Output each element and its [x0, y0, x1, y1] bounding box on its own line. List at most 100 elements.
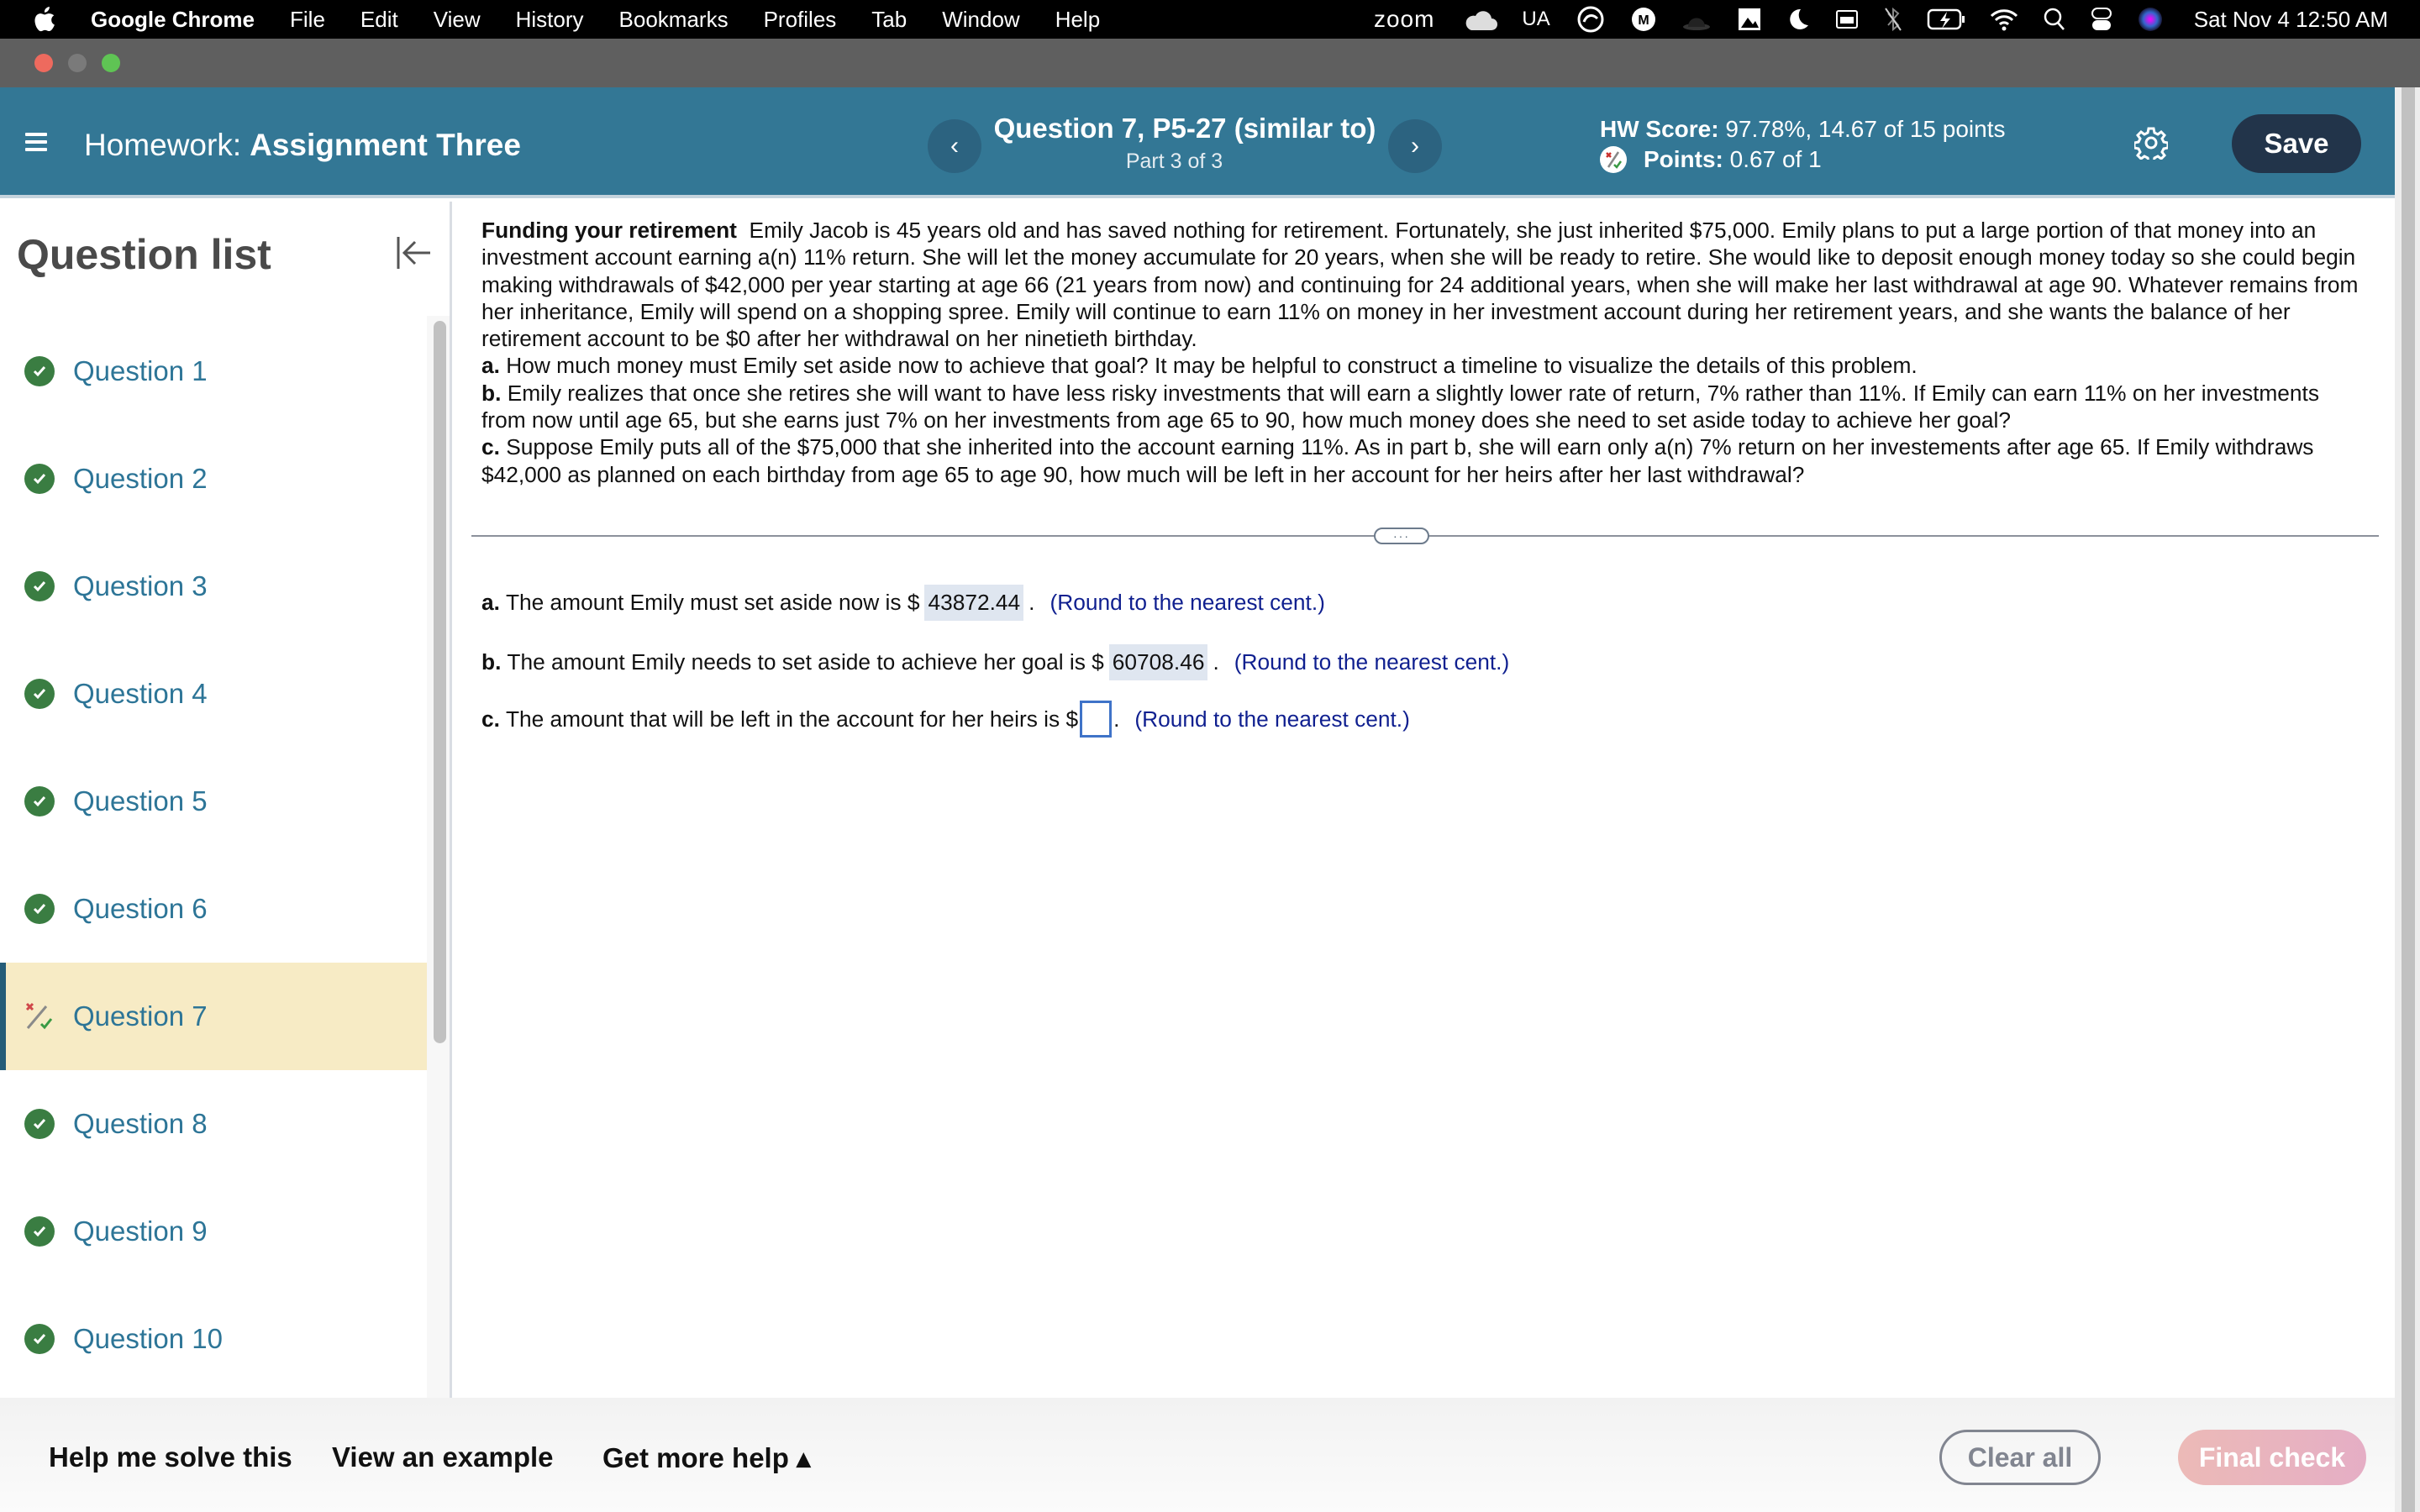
answer-c-input[interactable]: [1080, 701, 1113, 738]
question-list-item-label: Question 5: [73, 785, 208, 816]
hat-icon[interactable]: [1680, 7, 1713, 32]
ua-status-item[interactable]: UA: [1522, 8, 1549, 31]
question-list-item-label: Question 8: [73, 1108, 208, 1139]
points-value: 0.67 of 1: [1729, 146, 1822, 172]
settings-gear-icon[interactable]: [2134, 126, 2168, 160]
check-circle-icon: [24, 679, 55, 709]
question-list-item-active[interactable]: Question 7: [0, 963, 427, 1070]
menu-bar-clock[interactable]: Sat Nov 4 12:50 AM: [2194, 7, 2388, 33]
get-more-help-button[interactable]: Get more help ▴: [602, 1441, 811, 1474]
next-question-button[interactable]: ›: [1388, 119, 1442, 173]
part-b-question: Emily realizes that once she retires she…: [481, 380, 2320, 433]
question-list-item-label: Question 10: [73, 1323, 223, 1354]
page-scrollbar[interactable]: [2395, 87, 2420, 1512]
question-list: Question 1 Question 2 Question 3 Questio…: [0, 318, 427, 1393]
menu-app-name[interactable]: Google Chrome: [91, 7, 255, 33]
menu-view[interactable]: View: [434, 7, 481, 33]
keyboard-shortcut-icon[interactable]: [1834, 7, 1860, 32]
answer-b-line: b. The amount Emily needs to set aside t…: [481, 644, 1509, 680]
siri-icon[interactable]: [2137, 6, 2164, 33]
window-close-button[interactable]: [34, 54, 53, 72]
question-list-item[interactable]: Question 9: [0, 1178, 427, 1285]
menu-tab[interactable]: Tab: [871, 7, 907, 33]
browser-window-titlebar: [0, 39, 2420, 87]
question-list-item-label: Question 7: [73, 1000, 208, 1032]
menu-file[interactable]: File: [290, 7, 325, 33]
answer-a-suffix: .: [1028, 590, 1035, 615]
answer-b-value: 60708.46: [1108, 644, 1208, 680]
final-check-button[interactable]: Final check: [2178, 1430, 2366, 1485]
part-b-label: b.: [481, 380, 502, 406]
answer-a-text: The amount Emily must set aside now is $: [505, 590, 920, 615]
question-list-item-label: Question 9: [73, 1215, 208, 1247]
problem-body: Emily Jacob is 45 years old and has save…: [481, 218, 2359, 352]
page-scrollbar-thumb[interactable]: [2402, 87, 2415, 1512]
question-list-item-label: Question 1: [73, 355, 208, 386]
menu-help[interactable]: Help: [1055, 7, 1100, 33]
creative-cloud-icon[interactable]: [1574, 5, 1607, 34]
sidebar-scrollbar[interactable]: [427, 316, 450, 1398]
view-example-button[interactable]: View an example: [332, 1441, 554, 1473]
menu-profiles[interactable]: Profiles: [764, 7, 837, 33]
question-list-item[interactable]: Question 8: [0, 1070, 427, 1178]
bottom-action-bar: Help me solve this View an example Get m…: [0, 1398, 2395, 1512]
clear-all-button[interactable]: Clear all: [1939, 1430, 2101, 1485]
check-circle-icon: [24, 464, 55, 494]
menu-bookmarks[interactable]: Bookmarks: [619, 7, 729, 33]
answer-a-label: a.: [481, 590, 500, 615]
spotlight-search-icon[interactable]: [2043, 7, 2066, 32]
answer-a-value: 43872.44: [924, 585, 1024, 621]
control-center-icon[interactable]: [2090, 7, 2113, 32]
question-list-item[interactable]: Question 5: [0, 748, 427, 855]
question-list-item[interactable]: Question 6: [0, 855, 427, 963]
moon-icon[interactable]: [1786, 7, 1811, 32]
part-c-question: Suppose Emily puts all of the $75,000 th…: [481, 434, 2314, 487]
question-list-item[interactable]: Question 4: [0, 640, 427, 748]
points-label: Points:: [1644, 146, 1723, 172]
cloud-icon[interactable]: [1465, 7, 1498, 32]
help-me-solve-button[interactable]: Help me solve this: [49, 1441, 292, 1473]
question-list-item-label: Question 6: [73, 893, 208, 924]
sidebar-scrollbar-thumb[interactable]: [434, 321, 446, 1043]
check-circle-icon: [24, 1216, 55, 1247]
zoom-status-item[interactable]: zoom: [1374, 6, 1434, 33]
save-button[interactable]: Save: [2232, 114, 2361, 173]
part-a-label: a.: [481, 353, 500, 379]
malwarebytes-icon[interactable]: M: [1631, 7, 1656, 32]
window-minimize-button[interactable]: [68, 54, 87, 72]
answer-b-hint: (Round to the nearest cent.): [1234, 649, 1510, 675]
answer-c-text: The amount that will be left in the acco…: [505, 706, 1079, 732]
chevron-right-icon: ›: [1411, 132, 1419, 160]
check-circle-icon: [24, 571, 55, 601]
menu-window[interactable]: Window: [942, 7, 1019, 33]
hw-score-label: HW Score:: [1600, 116, 1719, 142]
question-list-item[interactable]: Question 10: [0, 1285, 427, 1393]
answer-c-suffix: .: [1113, 706, 1120, 732]
image-capture-icon[interactable]: [1737, 7, 1762, 32]
apple-logo-icon[interactable]: [34, 7, 57, 32]
assignment-title: Assignment Three: [250, 128, 521, 162]
hw-score: HW Score: 97.78%, 14.67 of 15 points: [1600, 116, 2006, 143]
window-maximize-button[interactable]: [102, 54, 120, 72]
question-list-item[interactable]: Question 1: [0, 318, 427, 425]
hw-score-value: 97.78%, 14.67 of 15 points: [1725, 116, 2006, 142]
check-circle-icon: [24, 894, 55, 924]
question-list-title: Question list: [17, 231, 271, 278]
question-list-item[interactable]: Question 3: [0, 533, 427, 640]
menu-history[interactable]: History: [516, 7, 584, 33]
question-list-item[interactable]: Question 2: [0, 425, 427, 533]
battery-charging-icon[interactable]: [1927, 8, 1965, 31]
question-content: Funding your retirement Emily Jacob is 4…: [455, 202, 2395, 1398]
menu-edit[interactable]: Edit: [360, 7, 398, 33]
bluetooth-off-icon[interactable]: [1883, 7, 1903, 32]
expand-collapse-button[interactable]: ···: [1374, 528, 1429, 544]
wifi-icon[interactable]: [1989, 7, 2019, 32]
question-list-item-label: Question 3: [73, 570, 208, 601]
collapse-sidebar-icon[interactable]: [393, 232, 434, 274]
answer-c-line: c. The amount that will be left in the a…: [481, 701, 1410, 738]
partial-credit-icon: [24, 1001, 55, 1032]
macos-menu-bar: Google Chrome File Edit View History Boo…: [0, 0, 2420, 39]
hamburger-menu-icon[interactable]: [25, 133, 47, 151]
check-circle-icon: [24, 786, 55, 816]
question-points: Points: 0.67 of 1: [1600, 146, 1822, 173]
